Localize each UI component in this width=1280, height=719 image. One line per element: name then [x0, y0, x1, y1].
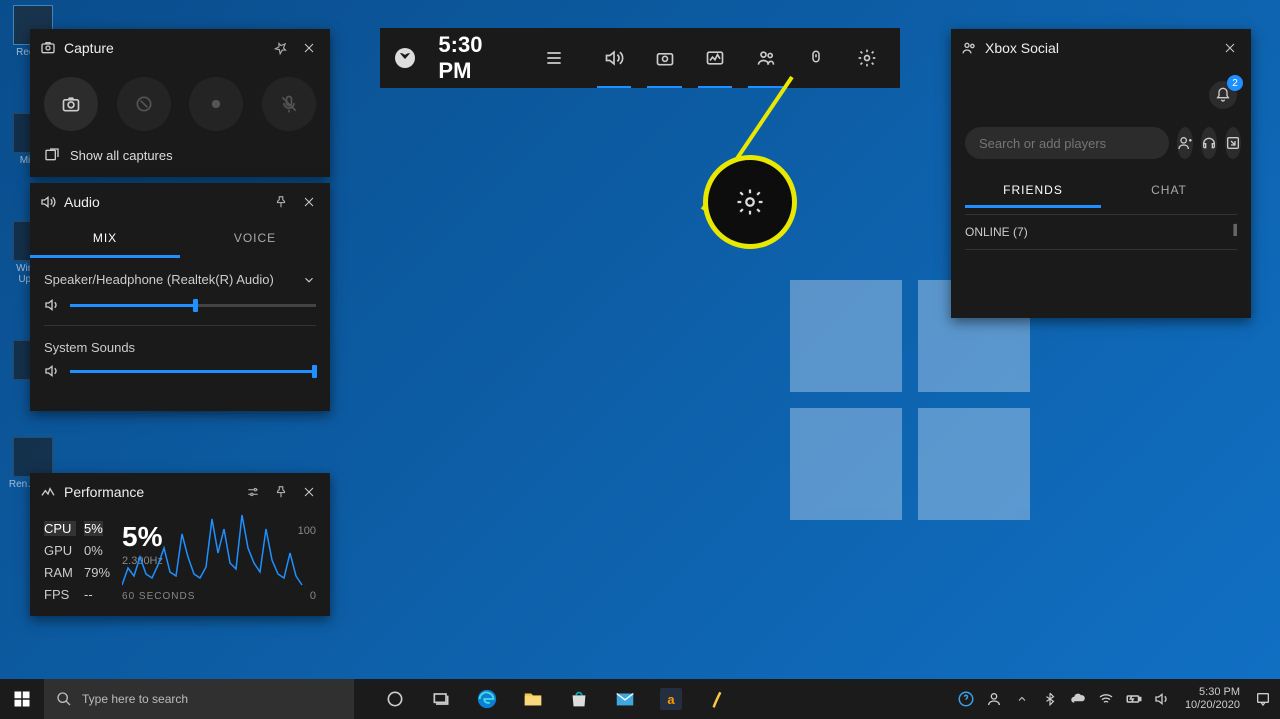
- xbox-social-button[interactable]: [742, 28, 789, 88]
- stat-fps[interactable]: FPS--: [44, 587, 110, 602]
- search-players-input[interactable]: [965, 127, 1169, 159]
- performance-button[interactable]: [692, 28, 739, 88]
- task-view-button[interactable]: [420, 679, 462, 719]
- device-volume-slider[interactable]: [70, 304, 316, 307]
- audio-device-selector[interactable]: Speaker/Headphone (Realtek(R) Audio): [44, 272, 316, 287]
- close-button[interactable]: [298, 191, 320, 213]
- chevron-up-icon[interactable]: [1011, 679, 1033, 719]
- performance-icon: [40, 484, 56, 500]
- widgets-menu-button[interactable]: [531, 28, 578, 88]
- edge-button[interactable]: [466, 679, 508, 719]
- performance-stats: CPU5% GPU0% RAM79% FPS--: [44, 521, 110, 602]
- tab-mix[interactable]: MIX: [30, 221, 180, 258]
- stat-gpu[interactable]: GPU0%: [44, 543, 110, 558]
- tab-friends[interactable]: FRIENDS: [965, 173, 1101, 208]
- pin-button[interactable]: [270, 37, 292, 59]
- bluetooth-icon[interactable]: [1039, 679, 1061, 719]
- system-sounds-label: System Sounds: [44, 340, 316, 355]
- onedrive-icon[interactable]: [1067, 679, 1089, 719]
- capture-button[interactable]: [641, 28, 688, 88]
- close-button[interactable]: [1219, 37, 1241, 59]
- record-last-button[interactable]: [117, 77, 171, 131]
- battery-icon[interactable]: [1123, 679, 1145, 719]
- action-center-button[interactable]: [1252, 679, 1274, 719]
- settings-callout: [703, 155, 797, 249]
- screenshot-button[interactable]: [44, 77, 98, 131]
- capture-widget: Capture Show all captures: [30, 29, 330, 177]
- search-icon: [56, 691, 72, 707]
- resources-button[interactable]: [793, 28, 840, 88]
- audio-button[interactable]: [591, 28, 638, 88]
- gear-icon: [735, 187, 765, 217]
- cpu-line-chart: [122, 495, 307, 590]
- record-button[interactable]: [189, 77, 243, 131]
- open-lfg-button[interactable]: [1225, 127, 1241, 159]
- xbox-social-title: Xbox Social: [985, 40, 1213, 56]
- capture-title: Capture: [64, 40, 264, 56]
- audio-title: Audio: [64, 194, 264, 210]
- performance-graph: 5% 2.300Hz 100 0 60 SECONDS: [122, 521, 316, 602]
- system-volume-slider[interactable]: [70, 370, 316, 373]
- cortana-button[interactable]: [374, 679, 416, 719]
- xbox-button[interactable]: [390, 46, 420, 70]
- gamebar-overlay: 5:30 PM: [380, 28, 900, 88]
- mail-button[interactable]: [604, 679, 646, 719]
- people-icon[interactable]: [983, 679, 1005, 719]
- xbox-social-widget: Xbox Social 2 FRIENDS CHAT ONLINE (7) ▐: [951, 29, 1251, 318]
- bell-icon: [1215, 87, 1231, 103]
- explorer-button[interactable]: [512, 679, 554, 719]
- amazon-button[interactable]: a: [650, 679, 692, 719]
- online-section-header[interactable]: ONLINE (7) ▐: [965, 214, 1237, 250]
- chevron-down-icon: [302, 273, 316, 287]
- add-friend-button[interactable]: [1177, 127, 1193, 159]
- divider: [44, 325, 316, 326]
- volume-icon: [44, 363, 60, 379]
- audio-widget: Audio MIX VOICE Speaker/Headphone (Realt…: [30, 183, 330, 411]
- xbox-social-icon: [961, 40, 977, 56]
- tab-chat[interactable]: CHAT: [1101, 173, 1237, 208]
- notifications-button[interactable]: 2: [1209, 81, 1237, 109]
- audio-icon: [40, 194, 56, 210]
- wifi-icon[interactable]: [1095, 679, 1117, 719]
- close-button[interactable]: [298, 37, 320, 59]
- taskbar: Type here to search a 5:30 PM 10/20/2020: [0, 679, 1280, 719]
- start-button[interactable]: [0, 679, 44, 719]
- taskbar-clock[interactable]: 5:30 PM 10/20/2020: [1179, 686, 1246, 712]
- search-placeholder: Type here to search: [82, 692, 188, 706]
- app-button[interactable]: [696, 679, 738, 719]
- stat-cpu[interactable]: CPU5%: [44, 521, 110, 536]
- voice-party-button[interactable]: [1201, 127, 1217, 159]
- taskbar-search[interactable]: Type here to search: [44, 679, 354, 719]
- volume-tray-icon[interactable]: [1151, 679, 1173, 719]
- audio-device-name: Speaker/Headphone (Realtek(R) Audio): [44, 272, 274, 287]
- mic-toggle-button[interactable]: [262, 77, 316, 131]
- settings-button[interactable]: [844, 28, 891, 88]
- stat-ram[interactable]: RAM79%: [44, 565, 110, 580]
- axis-label: 60 SECONDS: [122, 591, 195, 602]
- capture-icon: [40, 40, 56, 56]
- pin-button[interactable]: [270, 191, 292, 213]
- scale-bottom: 0: [310, 590, 316, 602]
- volume-icon: [44, 297, 60, 313]
- show-all-captures[interactable]: Show all captures: [40, 141, 320, 163]
- notification-badge: 2: [1227, 75, 1243, 91]
- performance-widget: Performance CPU5% GPU0% RAM79% FPS-- 5% …: [30, 473, 330, 616]
- gamebar-clock: 5:30 PM: [424, 32, 526, 84]
- show-all-label: Show all captures: [70, 148, 173, 163]
- tab-voice[interactable]: VOICE: [180, 221, 330, 258]
- help-icon[interactable]: [955, 679, 977, 719]
- store-button[interactable]: [558, 679, 600, 719]
